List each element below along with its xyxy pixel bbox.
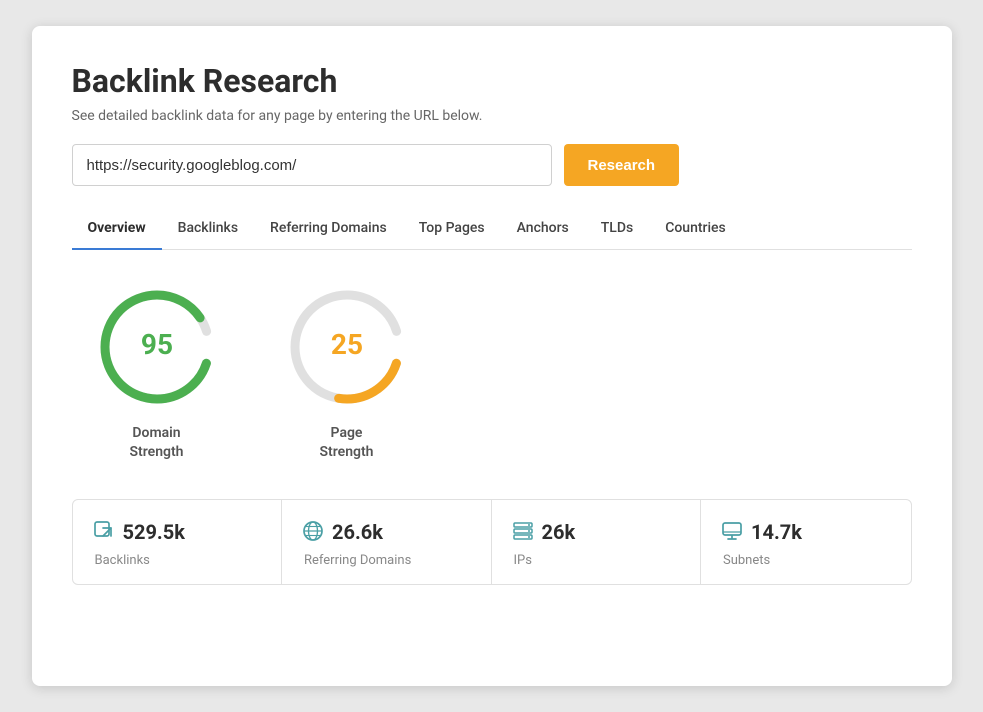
stat-subnets-top: 14.7k: [721, 520, 802, 545]
tab-countries[interactable]: Countries: [649, 210, 742, 250]
referring-domains-value: 26.6k: [332, 520, 383, 544]
domain-strength-gauge: 95 DomainStrength: [92, 282, 222, 463]
metrics-area: 95 DomainStrength 25 PageStrength: [72, 282, 912, 463]
tab-top-pages[interactable]: Top Pages: [403, 210, 501, 250]
subnets-label: Subnets: [723, 553, 770, 568]
tab-overview[interactable]: Overview: [72, 210, 162, 250]
stat-backlinks-top: 529.5k: [93, 520, 185, 545]
backlinks-value: 529.5k: [123, 520, 185, 544]
tab-tlds[interactable]: TLDs: [585, 210, 649, 250]
stat-subnets: 14.7k Subnets: [701, 500, 911, 584]
stat-ips-top: 26k: [512, 520, 576, 545]
stat-backlinks: 529.5k Backlinks: [73, 500, 283, 584]
research-button[interactable]: Research: [564, 144, 680, 186]
domain-strength-label: DomainStrength: [130, 424, 184, 463]
domain-strength-value: 95: [140, 328, 172, 361]
page-strength-label: PageStrength: [320, 424, 374, 463]
server-icon: [512, 520, 534, 545]
tab-referring-domains[interactable]: Referring Domains: [254, 210, 403, 250]
backlinks-icon: [93, 520, 115, 545]
monitor-icon: [721, 520, 743, 545]
tab-backlinks[interactable]: Backlinks: [162, 210, 254, 250]
globe-icon: [302, 520, 324, 545]
page-strength-value: 25: [330, 328, 362, 361]
referring-domains-label: Referring Domains: [304, 553, 411, 568]
search-row: Research: [72, 144, 912, 186]
main-card: Backlink Research See detailed backlink …: [32, 26, 952, 686]
page-title: Backlink Research: [72, 62, 912, 100]
subtitle: See detailed backlink data for any page …: [72, 108, 912, 124]
domain-strength-svg: 95: [92, 282, 222, 412]
stat-referring-domains: 26.6k Referring Domains: [282, 500, 492, 584]
tabs-bar: Overview Backlinks Referring Domains Top…: [72, 210, 912, 250]
ips-label: IPs: [514, 553, 532, 568]
url-input[interactable]: [72, 144, 552, 186]
page-strength-gauge: 25 PageStrength: [282, 282, 412, 463]
stat-ips: 26k IPs: [492, 500, 702, 584]
ips-value: 26k: [542, 520, 576, 544]
stat-referring-domains-top: 26.6k: [302, 520, 383, 545]
backlinks-label: Backlinks: [95, 553, 150, 568]
stats-grid: 529.5k Backlinks 26.6k Referring Domai: [72, 499, 912, 585]
page-strength-svg: 25: [282, 282, 412, 412]
subnets-value: 14.7k: [751, 520, 802, 544]
tab-anchors[interactable]: Anchors: [501, 210, 585, 250]
